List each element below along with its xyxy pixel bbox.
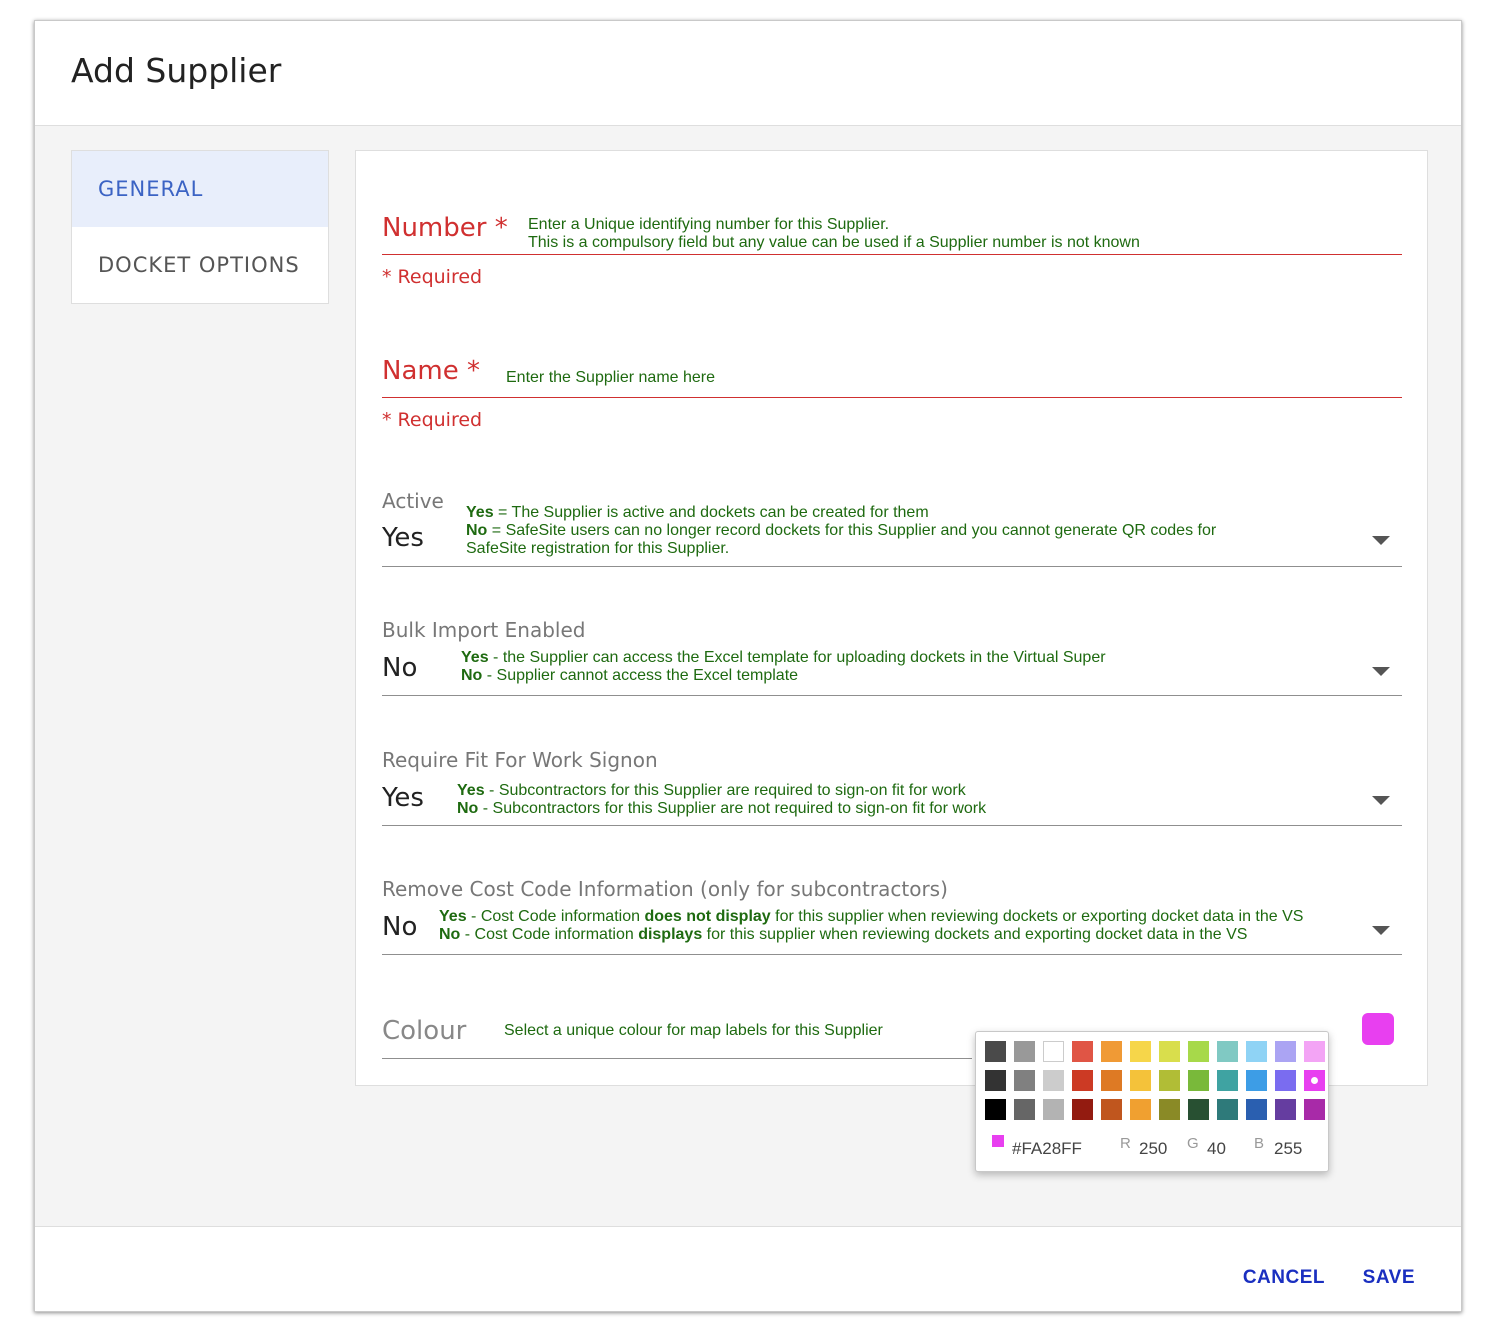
colour-cell[interactable] (1014, 1070, 1035, 1091)
cost-code-select-underline (382, 954, 1402, 955)
bulk-import-hint: Yes - the Supplier can access the Excel … (461, 649, 1106, 684)
number-input[interactable] (382, 254, 1402, 255)
fit-for-work-dropdown-icon[interactable] (1372, 796, 1390, 805)
colour-cell[interactable] (985, 1099, 1006, 1120)
active-label: Active (382, 489, 444, 513)
section-nav: GENERAL DOCKET OPTIONS (71, 150, 329, 304)
colour-cell[interactable] (1130, 1099, 1151, 1120)
colour-cell[interactable] (1188, 1070, 1209, 1091)
colour-cell[interactable] (1217, 1099, 1238, 1120)
active-select-underline (382, 566, 1402, 567)
nav-item-label: GENERAL (98, 177, 204, 201)
colour-label: Colour (382, 1016, 467, 1046)
colour-cell[interactable] (1275, 1099, 1296, 1120)
colour-cell[interactable] (1043, 1041, 1064, 1062)
colour-cell[interactable] (985, 1041, 1006, 1062)
colour-cell[interactable] (1159, 1070, 1180, 1091)
colour-cell[interactable] (1130, 1041, 1151, 1062)
cost-code-dropdown-icon[interactable] (1372, 926, 1390, 935)
colour-cell[interactable] (1072, 1041, 1093, 1062)
colour-cell[interactable] (1159, 1041, 1180, 1062)
active-select-value[interactable]: Yes (382, 523, 424, 553)
colour-cell[interactable] (1304, 1070, 1325, 1091)
colour-cell[interactable] (1101, 1041, 1122, 1062)
colour-swatch-button[interactable] (1362, 1013, 1394, 1045)
dialog-footer: CANCEL SAVE (35, 1226, 1461, 1311)
fit-for-work-select-underline (382, 825, 1402, 826)
colour-cell[interactable] (1043, 1070, 1064, 1091)
colour-cell[interactable] (1043, 1099, 1064, 1120)
bulk-import-label: Bulk Import Enabled (382, 618, 586, 642)
cost-code-label: Remove Cost Code Information (only for s… (382, 877, 948, 901)
name-input[interactable] (382, 397, 1402, 398)
colour-cell[interactable] (1275, 1070, 1296, 1091)
colour-cell[interactable] (1275, 1041, 1296, 1062)
cost-code-select-value[interactable]: No (382, 912, 417, 942)
bulk-import-select-underline (382, 695, 1402, 696)
colour-cell[interactable] (1072, 1099, 1093, 1120)
dialog-header: Add Supplier (35, 21, 1461, 126)
fit-for-work-label: Require Fit For Work Signon (382, 748, 658, 772)
colour-cell[interactable] (985, 1070, 1006, 1091)
colour-field-underline (382, 1058, 972, 1059)
nav-item-general[interactable]: GENERAL (72, 151, 328, 227)
name-required-error: * Required (382, 409, 483, 431)
bulk-import-select-value[interactable]: No (382, 653, 417, 683)
cancel-button[interactable]: CANCEL (1243, 1267, 1325, 1289)
colour-cell[interactable] (1014, 1099, 1035, 1120)
colour-cell[interactable] (1072, 1070, 1093, 1091)
colour-cell[interactable] (1101, 1070, 1122, 1091)
nav-item-docket-options[interactable]: DOCKET OPTIONS (72, 227, 328, 303)
general-form-panel: Number * Enter a Unique identifying numb… (355, 150, 1428, 1086)
active-dropdown-icon[interactable] (1372, 536, 1390, 545)
colour-cell[interactable] (1217, 1070, 1238, 1091)
colour-hint: Select a unique colour for map labels fo… (504, 1022, 883, 1039)
colour-cell[interactable] (1246, 1041, 1267, 1062)
fit-for-work-hint: Yes - Subcontractors for this Supplier a… (457, 782, 987, 817)
colour-cell[interactable] (1246, 1099, 1267, 1120)
green-label: G (1187, 1135, 1199, 1152)
colour-cell[interactable] (1304, 1041, 1325, 1062)
active-hint: Yes = The Supplier is active and dockets… (466, 504, 1217, 557)
colour-cell[interactable] (1304, 1099, 1325, 1120)
colour-cell[interactable] (1130, 1070, 1151, 1091)
dialog-title: Add Supplier (71, 51, 282, 90)
colour-cell[interactable] (1188, 1099, 1209, 1120)
selected-colour-preview (992, 1135, 1004, 1147)
red-label: R (1120, 1135, 1131, 1152)
name-hint: Enter the Supplier name here (506, 369, 716, 386)
colour-cell[interactable] (1188, 1041, 1209, 1062)
colour-picker-popup: #FA28FF R 250 G 40 B 255 (975, 1031, 1329, 1172)
hex-value[interactable]: #FA28FF (1012, 1139, 1082, 1159)
number-required-error: * Required (382, 266, 483, 288)
colour-cell[interactable] (1014, 1041, 1035, 1062)
number-hint: Enter a Unique identifying number for th… (528, 216, 1140, 251)
colour-cell[interactable] (1159, 1099, 1180, 1120)
colour-cell[interactable] (1246, 1070, 1267, 1091)
green-value[interactable]: 40 (1207, 1139, 1226, 1159)
bulk-import-dropdown-icon[interactable] (1372, 667, 1390, 676)
nav-item-label: DOCKET OPTIONS (98, 253, 300, 277)
name-label: Name * (382, 356, 480, 386)
colour-cell[interactable] (1101, 1099, 1122, 1120)
blue-value[interactable]: 255 (1274, 1139, 1302, 1159)
fit-for-work-select-value[interactable]: Yes (382, 783, 424, 813)
colour-cell[interactable] (1217, 1041, 1238, 1062)
save-button[interactable]: SAVE (1363, 1267, 1415, 1289)
blue-label: B (1254, 1135, 1265, 1152)
cost-code-hint: Yes - Cost Code information does not dis… (439, 908, 1304, 943)
red-value[interactable]: 250 (1139, 1139, 1167, 1159)
number-label: Number * (382, 213, 508, 243)
